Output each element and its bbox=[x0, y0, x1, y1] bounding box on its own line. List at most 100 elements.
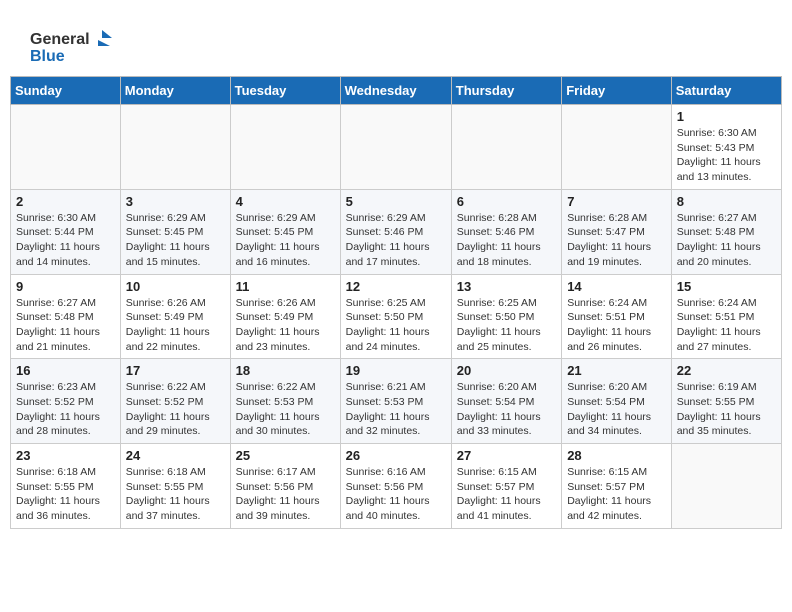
day-info: Sunrise: 6:20 AM Sunset: 5:54 PM Dayligh… bbox=[567, 380, 666, 439]
day-info: Sunrise: 6:22 AM Sunset: 5:52 PM Dayligh… bbox=[126, 380, 225, 439]
day-number: 3 bbox=[126, 194, 225, 209]
day-number: 4 bbox=[236, 194, 335, 209]
calendar-cell: 22 Sunrise: 6:19 AM Sunset: 5:55 PM Dayli… bbox=[671, 359, 781, 444]
day-number: 24 bbox=[126, 448, 225, 463]
calendar-cell: 13 Sunrise: 6:25 AM Sunset: 5:50 PM Dayli… bbox=[451, 274, 561, 359]
calendar-cell: 16 Sunrise: 6:23 AM Sunset: 5:52 PM Dayli… bbox=[11, 359, 121, 444]
day-info: Sunrise: 6:18 AM Sunset: 5:55 PM Dayligh… bbox=[16, 465, 115, 524]
calendar-cell bbox=[340, 105, 451, 190]
calendar-cell: 17 Sunrise: 6:22 AM Sunset: 5:52 PM Dayli… bbox=[120, 359, 230, 444]
day-info: Sunrise: 6:24 AM Sunset: 5:51 PM Dayligh… bbox=[567, 296, 666, 355]
svg-text:General: General bbox=[30, 31, 90, 48]
day-info: Sunrise: 6:27 AM Sunset: 5:48 PM Dayligh… bbox=[16, 296, 115, 355]
weekday-header-saturday: Saturday bbox=[671, 77, 781, 105]
day-number: 21 bbox=[567, 363, 666, 378]
calendar-cell bbox=[451, 105, 561, 190]
day-number: 26 bbox=[346, 448, 446, 463]
day-number: 10 bbox=[126, 279, 225, 294]
day-number: 25 bbox=[236, 448, 335, 463]
day-number: 13 bbox=[457, 279, 556, 294]
calendar-cell: 20 Sunrise: 6:20 AM Sunset: 5:54 PM Dayli… bbox=[451, 359, 561, 444]
day-info: Sunrise: 6:16 AM Sunset: 5:56 PM Dayligh… bbox=[346, 465, 446, 524]
day-info: Sunrise: 6:26 AM Sunset: 5:49 PM Dayligh… bbox=[236, 296, 335, 355]
weekday-header-thursday: Thursday bbox=[451, 77, 561, 105]
day-number: 23 bbox=[16, 448, 115, 463]
day-number: 5 bbox=[346, 194, 446, 209]
day-info: Sunrise: 6:21 AM Sunset: 5:53 PM Dayligh… bbox=[346, 380, 446, 439]
calendar-cell: 1 Sunrise: 6:30 AM Sunset: 5:43 PM Daylig… bbox=[671, 105, 781, 190]
day-number: 8 bbox=[677, 194, 776, 209]
calendar-cell: 2 Sunrise: 6:30 AM Sunset: 5:44 PM Daylig… bbox=[11, 189, 121, 274]
calendar-cell: 11 Sunrise: 6:26 AM Sunset: 5:49 PM Dayli… bbox=[230, 274, 340, 359]
weekday-header-monday: Monday bbox=[120, 77, 230, 105]
day-info: Sunrise: 6:22 AM Sunset: 5:53 PM Dayligh… bbox=[236, 380, 335, 439]
weekday-header-wednesday: Wednesday bbox=[340, 77, 451, 105]
calendar-cell bbox=[11, 105, 121, 190]
day-info: Sunrise: 6:30 AM Sunset: 5:43 PM Dayligh… bbox=[677, 126, 776, 185]
calendar-cell: 19 Sunrise: 6:21 AM Sunset: 5:53 PM Dayli… bbox=[340, 359, 451, 444]
calendar-cell: 9 Sunrise: 6:27 AM Sunset: 5:48 PM Daylig… bbox=[11, 274, 121, 359]
day-info: Sunrise: 6:26 AM Sunset: 5:49 PM Dayligh… bbox=[126, 296, 225, 355]
calendar-cell: 15 Sunrise: 6:24 AM Sunset: 5:51 PM Dayli… bbox=[671, 274, 781, 359]
day-info: Sunrise: 6:29 AM Sunset: 5:45 PM Dayligh… bbox=[126, 211, 225, 270]
day-info: Sunrise: 6:24 AM Sunset: 5:51 PM Dayligh… bbox=[677, 296, 776, 355]
calendar-cell bbox=[120, 105, 230, 190]
calendar-cell bbox=[671, 444, 781, 529]
general-blue-logo-icon: GeneralBlue bbox=[30, 26, 120, 68]
day-number: 2 bbox=[16, 194, 115, 209]
svg-text:Blue: Blue bbox=[30, 48, 65, 65]
day-number: 6 bbox=[457, 194, 556, 209]
calendar-cell: 5 Sunrise: 6:29 AM Sunset: 5:46 PM Daylig… bbox=[340, 189, 451, 274]
day-info: Sunrise: 6:29 AM Sunset: 5:45 PM Dayligh… bbox=[236, 211, 335, 270]
day-number: 17 bbox=[126, 363, 225, 378]
calendar-cell bbox=[562, 105, 672, 190]
calendar-cell: 3 Sunrise: 6:29 AM Sunset: 5:45 PM Daylig… bbox=[120, 189, 230, 274]
calendar-table: SundayMondayTuesdayWednesdayThursdayFrid… bbox=[10, 76, 782, 529]
weekday-header-friday: Friday bbox=[562, 77, 672, 105]
calendar-cell: 7 Sunrise: 6:28 AM Sunset: 5:47 PM Daylig… bbox=[562, 189, 672, 274]
calendar-cell: 24 Sunrise: 6:18 AM Sunset: 5:55 PM Dayli… bbox=[120, 444, 230, 529]
calendar-cell: 14 Sunrise: 6:24 AM Sunset: 5:51 PM Dayli… bbox=[562, 274, 672, 359]
day-info: Sunrise: 6:28 AM Sunset: 5:47 PM Dayligh… bbox=[567, 211, 666, 270]
day-info: Sunrise: 6:17 AM Sunset: 5:56 PM Dayligh… bbox=[236, 465, 335, 524]
day-info: Sunrise: 6:30 AM Sunset: 5:44 PM Dayligh… bbox=[16, 211, 115, 270]
day-info: Sunrise: 6:25 AM Sunset: 5:50 PM Dayligh… bbox=[346, 296, 446, 355]
day-number: 22 bbox=[677, 363, 776, 378]
calendar-cell: 12 Sunrise: 6:25 AM Sunset: 5:50 PM Dayli… bbox=[340, 274, 451, 359]
day-number: 18 bbox=[236, 363, 335, 378]
calendar-cell: 4 Sunrise: 6:29 AM Sunset: 5:45 PM Daylig… bbox=[230, 189, 340, 274]
day-number: 16 bbox=[16, 363, 115, 378]
calendar-cell: 26 Sunrise: 6:16 AM Sunset: 5:56 PM Dayli… bbox=[340, 444, 451, 529]
calendar-cell: 28 Sunrise: 6:15 AM Sunset: 5:57 PM Dayli… bbox=[562, 444, 672, 529]
day-number: 20 bbox=[457, 363, 556, 378]
day-info: Sunrise: 6:27 AM Sunset: 5:48 PM Dayligh… bbox=[677, 211, 776, 270]
day-number: 12 bbox=[346, 279, 446, 294]
calendar-cell: 27 Sunrise: 6:15 AM Sunset: 5:57 PM Dayli… bbox=[451, 444, 561, 529]
day-info: Sunrise: 6:20 AM Sunset: 5:54 PM Dayligh… bbox=[457, 380, 556, 439]
day-info: Sunrise: 6:15 AM Sunset: 5:57 PM Dayligh… bbox=[457, 465, 556, 524]
day-number: 27 bbox=[457, 448, 556, 463]
day-number: 7 bbox=[567, 194, 666, 209]
day-info: Sunrise: 6:25 AM Sunset: 5:50 PM Dayligh… bbox=[457, 296, 556, 355]
calendar-cell bbox=[230, 105, 340, 190]
day-number: 1 bbox=[677, 109, 776, 124]
day-number: 9 bbox=[16, 279, 115, 294]
day-number: 19 bbox=[346, 363, 446, 378]
weekday-header-tuesday: Tuesday bbox=[230, 77, 340, 105]
day-info: Sunrise: 6:15 AM Sunset: 5:57 PM Dayligh… bbox=[567, 465, 666, 524]
day-info: Sunrise: 6:19 AM Sunset: 5:55 PM Dayligh… bbox=[677, 380, 776, 439]
calendar-cell: 6Sunrise: 6:28 AM Sunset: 5:46 PM Daylig… bbox=[451, 189, 561, 274]
day-number: 28 bbox=[567, 448, 666, 463]
day-info: Sunrise: 6:18 AM Sunset: 5:55 PM Dayligh… bbox=[126, 465, 225, 524]
weekday-header-sunday: Sunday bbox=[11, 77, 121, 105]
calendar-cell: 18 Sunrise: 6:22 AM Sunset: 5:53 PM Dayli… bbox=[230, 359, 340, 444]
day-number: 15 bbox=[677, 279, 776, 294]
calendar-cell: 23 Sunrise: 6:18 AM Sunset: 5:55 PM Dayli… bbox=[11, 444, 121, 529]
calendar-cell: 21 Sunrise: 6:20 AM Sunset: 5:54 PM Dayli… bbox=[562, 359, 672, 444]
calendar-cell: 8 Sunrise: 6:27 AM Sunset: 5:48 PM Daylig… bbox=[671, 189, 781, 274]
calendar-cell: 10 Sunrise: 6:26 AM Sunset: 5:49 PM Dayli… bbox=[120, 274, 230, 359]
day-number: 14 bbox=[567, 279, 666, 294]
day-info: Sunrise: 6:29 AM Sunset: 5:46 PM Dayligh… bbox=[346, 211, 446, 270]
day-info: Sunrise: 6:23 AM Sunset: 5:52 PM Dayligh… bbox=[16, 380, 115, 439]
day-number: 11 bbox=[236, 279, 335, 294]
